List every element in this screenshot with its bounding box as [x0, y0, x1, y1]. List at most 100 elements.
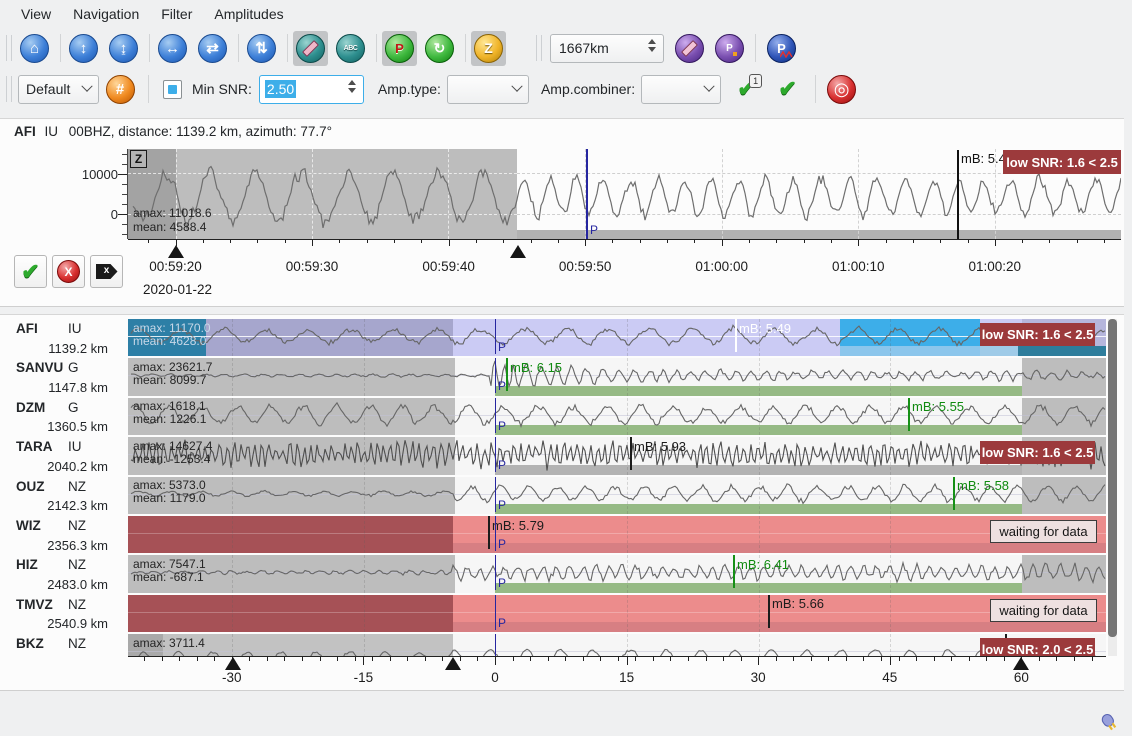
relocate-button[interactable]: ◎ — [824, 72, 859, 107]
hash-button[interactable]: # — [104, 72, 136, 107]
min-snr-spinbox[interactable]: 2.50 — [259, 75, 364, 104]
spinner-arrows-icon[interactable] — [648, 39, 656, 52]
hash-icon: # — [106, 75, 135, 104]
gridline-vertical — [232, 555, 233, 592]
recalculate-button[interactable]: ↻ — [422, 31, 457, 66]
time-window-handle[interactable] — [445, 657, 461, 670]
amplitude-marker[interactable] — [488, 516, 490, 549]
noise-window-start-handle[interactable] — [168, 245, 184, 258]
amplitude-marker[interactable] — [953, 477, 955, 510]
relative-axis-major-tick — [495, 656, 496, 665]
gridline-vertical — [890, 595, 891, 632]
amplitude-marker[interactable] — [957, 150, 959, 239]
trace-row[interactable] — [128, 595, 1106, 632]
amplitude-marker[interactable] — [735, 319, 737, 352]
min-snr-checkbox[interactable] — [163, 80, 182, 99]
noise-window-end-handle[interactable] — [510, 245, 526, 258]
fit-vertical-button[interactable]: ⇅ — [244, 31, 279, 66]
reject-button[interactable]: X — [52, 255, 85, 288]
scrollbar-handle[interactable] — [1108, 319, 1117, 637]
distance-spinbox[interactable]: 1667km — [550, 34, 664, 63]
trace-rows: AFIIU1139.2 kmamax: 11170.0mean: 4628.0m… — [0, 315, 1124, 656]
amplitude-marker[interactable] — [733, 555, 735, 588]
picker-abc-button[interactable]: ABC — [333, 31, 368, 66]
main-plot[interactable]: 100000Zamax: 11018.6mean: 4588.4PmB: 5.4… — [0, 119, 1124, 308]
trace-region — [128, 516, 453, 553]
expand-horizontal-button[interactable]: ↔ — [155, 31, 190, 66]
trace-row[interactable] — [128, 319, 1106, 356]
amax-label: amax: 3711.4 — [133, 637, 205, 651]
trace-row[interactable] — [128, 555, 1106, 592]
y-axis-minor-tick — [122, 154, 127, 155]
component-z-icon: Z — [474, 34, 503, 63]
gridline-vertical — [759, 437, 760, 474]
y-axis-minor-tick — [122, 204, 127, 205]
time-window-handle[interactable] — [225, 657, 241, 670]
compute-amplitudes-button[interactable]: P — [764, 31, 799, 66]
menu-filter[interactable]: Filter — [150, 2, 203, 26]
trace-row[interactable] — [128, 634, 1106, 656]
station-distance: 2540.9 km — [18, 616, 108, 631]
profile-combobox[interactable]: Default — [18, 75, 99, 104]
home-button[interactable]: ⌂ — [17, 31, 52, 66]
toolbar-handle[interactable] — [6, 76, 12, 102]
trace-row[interactable] — [128, 358, 1106, 395]
toolbar-handle[interactable] — [536, 35, 542, 61]
time-window-band — [453, 543, 1106, 553]
time-window-handle[interactable] — [1013, 657, 1029, 670]
amplitude-marker[interactable] — [506, 358, 508, 391]
apply-one-button[interactable]: ✔ 1 — [729, 72, 764, 107]
gridline-vertical — [364, 477, 365, 514]
relative-time-axis: -30-15015304560 — [0, 656, 1124, 692]
p-marker[interactable] — [495, 595, 497, 630]
collapse-vertical-button[interactable]: ↨ — [106, 31, 141, 66]
menu-amplitudes[interactable]: Amplitudes — [203, 2, 294, 26]
time-axis-tick — [339, 239, 340, 243]
p-marker-label: P — [498, 576, 506, 590]
p-marker[interactable] — [495, 555, 497, 590]
pick-p-button[interactable]: P — [382, 31, 417, 66]
p-marker[interactable] — [495, 398, 497, 433]
p-marker[interactable] — [495, 358, 497, 393]
edit-pick-button[interactable] — [672, 31, 707, 66]
trace-row[interactable] — [128, 437, 1106, 474]
p-marker[interactable] — [586, 149, 588, 239]
collapse-horizontal-button[interactable]: ⇄ — [195, 31, 230, 66]
p-marker[interactable] — [495, 437, 497, 472]
p-marker[interactable] — [495, 634, 497, 656]
menu-view[interactable]: View — [10, 2, 62, 26]
skip-button[interactable]: x — [90, 255, 123, 288]
time-tick-label: 00:59:20 — [131, 259, 221, 274]
amplitude-marker[interactable] — [630, 437, 632, 470]
time-window-button[interactable]: P — [712, 31, 747, 66]
menu-navigation[interactable]: Navigation — [62, 2, 150, 26]
apply-all-button[interactable]: ✔ — [770, 72, 805, 107]
amp-combiner-combobox[interactable] — [641, 75, 721, 104]
trace-row[interactable] — [128, 516, 1106, 553]
edit-pick-icon — [675, 34, 704, 63]
amplitude-marker[interactable] — [908, 398, 910, 431]
spinner-arrows-icon[interactable] — [348, 80, 356, 93]
p-marker[interactable] — [495, 477, 497, 512]
p-marker[interactable] — [495, 516, 497, 551]
amp-type-combobox[interactable] — [447, 75, 529, 104]
time-axis-tick — [1022, 239, 1023, 243]
relative-axis-tick — [197, 656, 198, 661]
accept-button[interactable]: ✔ — [14, 255, 47, 288]
toolbar-handle[interactable] — [6, 35, 12, 61]
expand-vertical-button[interactable]: ↕ — [66, 31, 101, 66]
amplitude-marker[interactable] — [768, 595, 770, 628]
p-marker[interactable] — [495, 319, 497, 354]
gridline-vertical — [364, 555, 365, 592]
collapse-vertical-icon: ↨ — [109, 34, 138, 63]
gridline-vertical — [232, 437, 233, 474]
pick-p-icon: P — [385, 34, 414, 63]
min-snr-label: Min SNR: — [192, 81, 252, 97]
app-window: View Navigation Filter Amplitudes ⌂ ↕ ↨ … — [0, 0, 1132, 736]
expand-horizontal-icon: ↔ — [158, 34, 187, 63]
relative-axis-tick — [793, 656, 794, 661]
component-z-button[interactable]: Z — [471, 31, 506, 66]
relative-axis-tick — [811, 656, 812, 661]
time-axis-tick — [421, 239, 422, 243]
measure-ruler-button[interactable] — [293, 31, 328, 66]
